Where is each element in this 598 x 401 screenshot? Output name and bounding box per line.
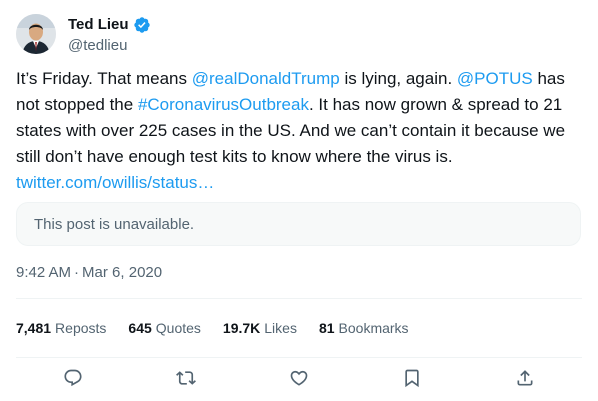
post-text-segment: It’s Friday. That means <box>16 69 192 88</box>
reply-icon <box>64 369 82 387</box>
post-text-segment: is lying, again. <box>339 69 457 88</box>
quoted-post-unavailable: This post is unavailable. <box>16 202 581 246</box>
repost-button[interactable] <box>168 362 204 394</box>
quotes-stat[interactable]: 645 Quotes <box>128 320 201 336</box>
engagement-stats: 7,481 Reposts 645 Quotes 19.7K Likes 81 … <box>16 318 431 338</box>
divider <box>16 298 582 299</box>
post-link[interactable]: twitter.com/owillis/status… <box>16 173 214 192</box>
post-link[interactable]: @POTUS <box>457 69 533 88</box>
tweet-header: Ted Lieu @tedlieu <box>16 10 151 58</box>
unavailable-message: This post is unavailable. <box>34 215 195 233</box>
bookmark-button[interactable] <box>394 362 430 394</box>
likes-label: Likes <box>264 320 297 336</box>
author-names: Ted Lieu @tedlieu <box>68 15 151 54</box>
post-timestamp: 9:42 AM · Mar 6, 2020 <box>16 262 162 282</box>
likes-count: 19.7K <box>222 320 261 336</box>
quotes-label: Quotes <box>155 320 201 336</box>
timestamp-separator: · <box>74 263 80 281</box>
tweet: Ted Lieu @tedlieu It’s Friday. That mean… <box>0 0 598 401</box>
action-bar <box>16 362 582 394</box>
post-date[interactable]: Mar 6, 2020 <box>82 264 162 281</box>
bookmark-icon <box>405 369 419 388</box>
share-button[interactable] <box>507 362 543 394</box>
reposts-count: 7,481 <box>16 320 52 336</box>
verified-badge-icon[interactable] <box>133 16 151 34</box>
post-time[interactable]: 9:42 AM <box>16 264 71 281</box>
divider <box>16 357 582 358</box>
bookmarks-count: 81 <box>318 320 335 336</box>
reposts-label: Reposts <box>55 320 107 336</box>
post-link[interactable]: #CoronavirusOutbreak <box>138 95 309 114</box>
post-link[interactable]: @realDonaldTrump <box>192 69 340 88</box>
like-icon <box>290 370 308 386</box>
display-name[interactable]: Ted Lieu <box>68 16 129 33</box>
name-row: Ted Lieu <box>68 15 151 35</box>
like-button[interactable] <box>281 362 317 394</box>
reply-button[interactable] <box>55 362 91 394</box>
post-text: It’s Friday. That means @realDonaldTrump… <box>16 66 582 196</box>
likes-stat[interactable]: 19.7K Likes <box>223 320 297 336</box>
share-icon <box>517 370 533 386</box>
bookmarks-stat[interactable]: 81 Bookmarks <box>319 320 409 336</box>
bookmarks-label: Bookmarks <box>338 320 409 336</box>
avatar[interactable] <box>16 14 56 54</box>
avatar-image <box>16 14 56 54</box>
author-handle[interactable]: @tedlieu <box>68 37 151 54</box>
repost-icon <box>175 371 196 385</box>
reposts-stat[interactable]: 7,481 Reposts <box>16 320 106 336</box>
quotes-count: 645 <box>128 320 152 336</box>
